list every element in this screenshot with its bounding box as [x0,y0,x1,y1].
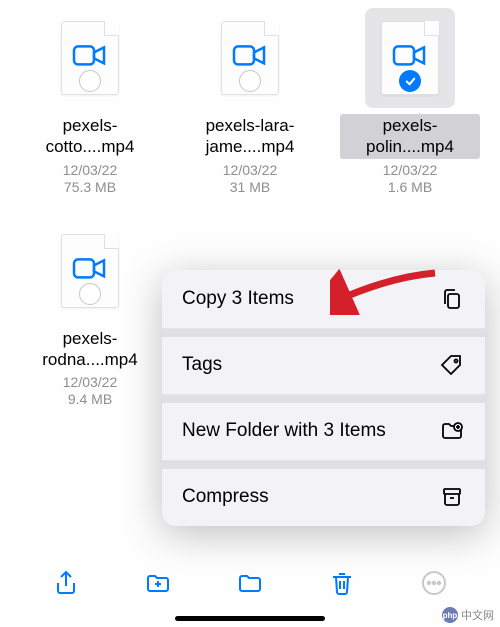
bottom-toolbar [0,561,500,605]
file-size: 75.3 MB [64,179,116,195]
file-item[interactable]: pexels-polin....mp4 12/03/22 1.6 MB [330,0,490,203]
new-folder-button[interactable] [136,561,180,605]
file-item[interactable]: pexels-lara-jame....mp4 12/03/22 31 MB [170,0,330,203]
new-folder-icon [439,418,465,444]
archive-icon [439,484,465,510]
file-name: pexels-rodna....mp4 [20,327,160,372]
menu-compress[interactable]: Compress [162,460,485,526]
video-icon [72,42,108,68]
menu-label: Compress [182,485,269,510]
menu-label: New Folder with 3 Items [182,419,386,444]
context-menu: Copy 3 Items Tags New Folder with 3 Item… [162,270,485,526]
file-icon [365,8,455,108]
more-button[interactable] [412,561,456,605]
file-item[interactable]: pexels-cotto....mp4 12/03/22 75.3 MB [10,0,170,203]
file-name: pexels-lara-jame....mp4 [180,114,320,159]
file-icon [45,8,135,108]
php-logo-icon: php [442,607,458,623]
menu-label: Tags [182,353,222,378]
watermark-text: 中文网 [461,607,494,623]
folder-button[interactable] [228,561,272,605]
menu-tags[interactable]: Tags [162,328,485,394]
file-item[interactable]: pexels-rodna....mp4 12/03/22 9.4 MB [10,213,170,416]
file-date: 12/03/22 [63,374,118,390]
video-icon [72,255,108,281]
menu-new-folder[interactable]: New Folder with 3 Items [162,394,485,460]
selection-indicator-checked[interactable] [399,70,421,92]
home-indicator[interactable] [175,616,325,621]
copy-icon [439,286,465,312]
video-icon [392,42,428,68]
menu-label: Copy 3 Items [182,287,294,312]
watermark: php 中文网 [442,607,494,623]
file-date: 12/03/22 [383,162,438,178]
selection-indicator[interactable] [239,70,261,92]
file-size: 1.6 MB [388,179,432,195]
video-icon [232,42,268,68]
tag-icon [439,352,465,378]
file-date: 12/03/22 [223,162,278,178]
share-button[interactable] [44,561,88,605]
file-icon [205,8,295,108]
file-size: 9.4 MB [68,391,112,407]
file-icon [45,221,135,321]
selection-indicator[interactable] [79,70,101,92]
file-name: pexels-cotto....mp4 [20,114,160,159]
selection-indicator[interactable] [79,283,101,305]
file-date: 12/03/22 [63,162,118,178]
delete-button[interactable] [320,561,364,605]
file-size: 31 MB [230,179,270,195]
file-name: pexels-polin....mp4 [340,114,480,159]
menu-copy[interactable]: Copy 3 Items [162,270,485,328]
